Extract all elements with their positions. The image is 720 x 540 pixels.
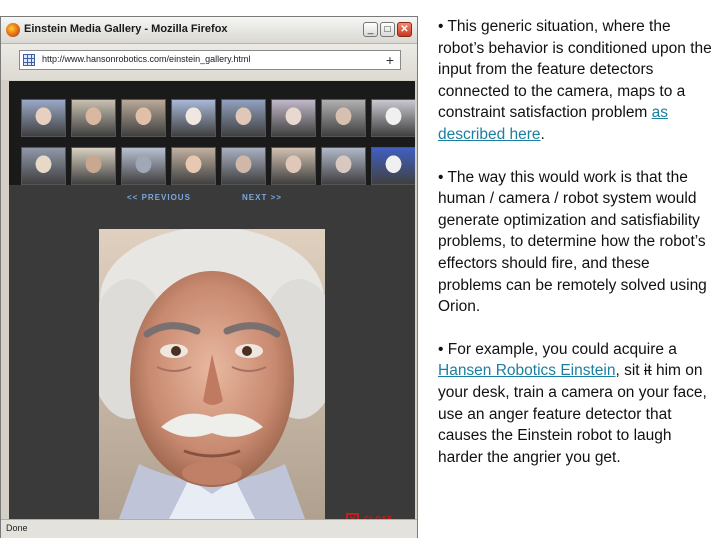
status-text: Done bbox=[6, 523, 28, 533]
hansen-robotics-einstein-link[interactable]: Hansen Robotics Einstein bbox=[438, 362, 616, 379]
url-text[interactable]: http://www.hansonrobotics.com/einstein_g… bbox=[42, 54, 250, 64]
paragraph-orion: • The way this would work is that the hu… bbox=[438, 168, 707, 316]
browser-window: Einstein Media Gallery - Mozilla Firefox… bbox=[0, 16, 418, 538]
gallery-thumbnail[interactable] bbox=[21, 99, 66, 137]
gallery-thumbnail[interactable] bbox=[121, 147, 166, 185]
gallery-thumbnail[interactable] bbox=[121, 99, 166, 137]
gallery-thumbnail[interactable] bbox=[271, 99, 316, 137]
page-grid-icon bbox=[23, 54, 35, 66]
gallery-thumbnail[interactable] bbox=[171, 99, 216, 137]
gallery-thumbnail[interactable] bbox=[21, 147, 66, 185]
paragraph-constraint: • This generic situation, where the robo… bbox=[438, 18, 712, 143]
gallery-thumbnail[interactable] bbox=[171, 147, 216, 185]
notes-text: • This generic situation, where the robo… bbox=[438, 16, 714, 489]
address-bar[interactable]: http://www.hansonrobotics.com/einstein_g… bbox=[19, 50, 401, 70]
struck-word: it bbox=[643, 362, 652, 380]
minimize-button[interactable]: _ bbox=[363, 22, 378, 37]
gallery-thumbnail[interactable] bbox=[321, 99, 366, 137]
gallery-thumbnail[interactable] bbox=[371, 147, 415, 185]
paragraph-example: • For example, you could acquire a Hanse… bbox=[438, 340, 707, 466]
firefox-icon bbox=[6, 23, 20, 37]
gallery-thumbnail[interactable] bbox=[321, 147, 366, 185]
einstein-portrait bbox=[99, 229, 325, 519]
navigation-toolbar: http://www.hansonrobotics.com/einstein_g… bbox=[1, 44, 417, 80]
gallery-thumbnail[interactable] bbox=[221, 99, 266, 137]
thumbnail-strip bbox=[9, 81, 415, 185]
gallery-thumbnail[interactable] bbox=[221, 147, 266, 185]
gallery-thumbnail[interactable] bbox=[71, 99, 116, 137]
previous-link[interactable]: << PREVIOUS bbox=[127, 193, 191, 202]
gallery-thumbnail[interactable] bbox=[271, 147, 316, 185]
close-window-button[interactable]: ✕ bbox=[397, 22, 412, 37]
page-content: << PREVIOUS NEXT >> bbox=[9, 81, 415, 523]
title-bar[interactable]: Einstein Media Gallery - Mozilla Firefox… bbox=[1, 17, 417, 44]
gallery-thumbnail[interactable] bbox=[371, 99, 415, 137]
einstein-robot-photo bbox=[99, 229, 325, 519]
status-bar: Done bbox=[1, 519, 417, 538]
gallery-thumbnail[interactable] bbox=[71, 147, 116, 185]
maximize-button[interactable]: □ bbox=[380, 22, 395, 37]
add-icon[interactable]: + bbox=[383, 53, 397, 67]
next-link[interactable]: NEXT >> bbox=[242, 193, 282, 202]
window-title: Einstein Media Gallery - Mozilla Firefox bbox=[24, 23, 228, 35]
